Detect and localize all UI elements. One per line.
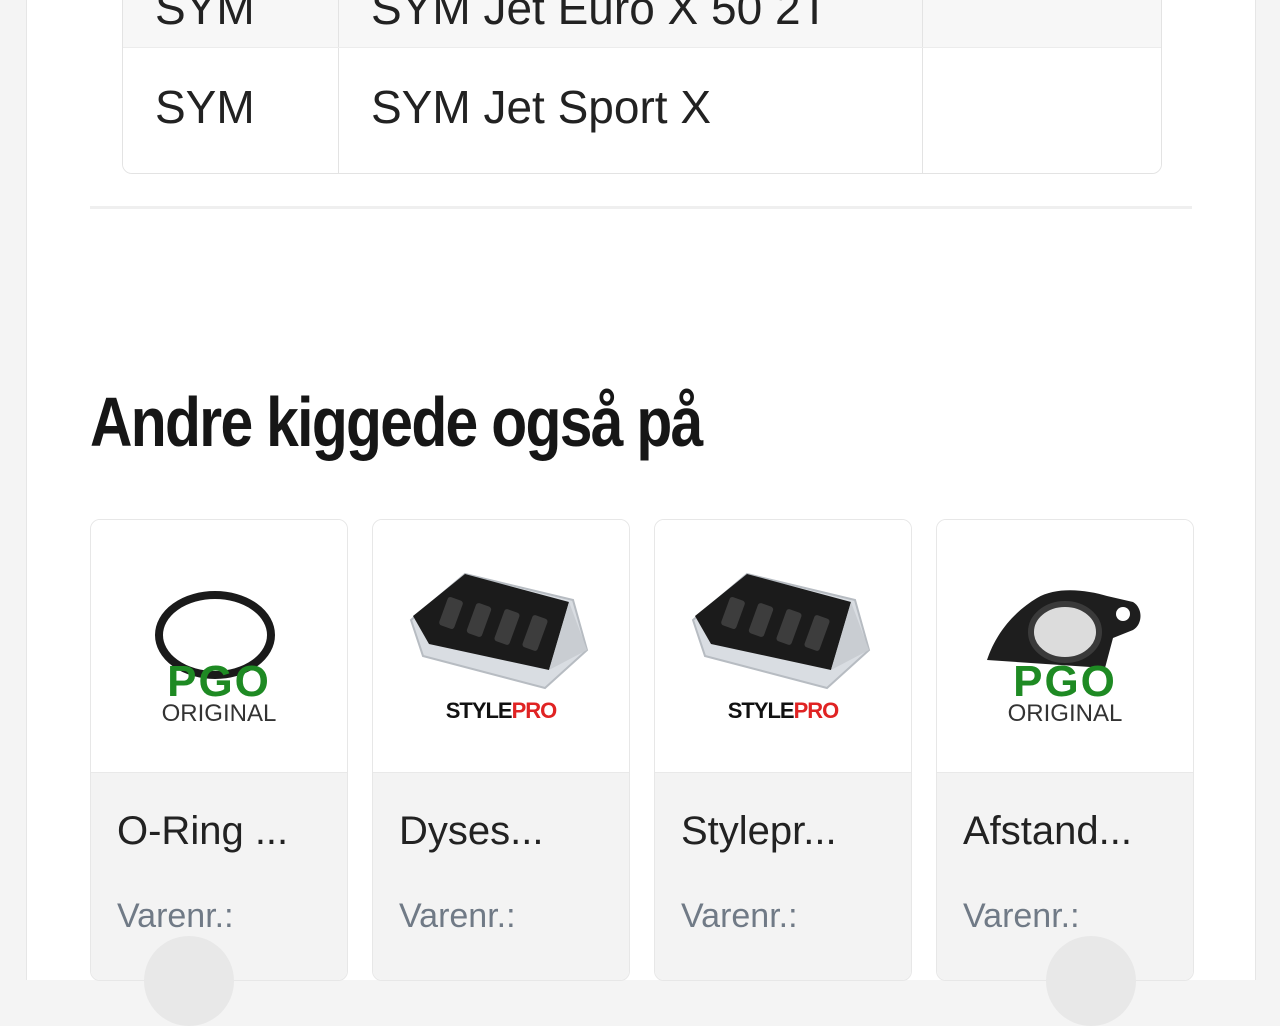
table-cell-model: SYM Jet Sport X bbox=[339, 48, 923, 173]
product-card-2[interactable]: STYLEPRO Dyses... Varenr.: bbox=[372, 519, 630, 981]
stylepro-logo: STYLEPRO bbox=[445, 698, 558, 723]
table-cell-brand: SYM bbox=[123, 48, 339, 173]
table-cell-model: SYM Jet Euro X 50 2T bbox=[339, 0, 923, 47]
table-row: SYM SYM Jet Euro X 50 2T bbox=[123, 0, 1161, 48]
product-name[interactable]: O-Ring ... bbox=[117, 809, 331, 854]
section-title: Andre kiggede også på bbox=[90, 383, 703, 461]
product-image[interactable]: STYLEPRO bbox=[655, 520, 911, 772]
product-info: Stylepr... Varenr.: bbox=[655, 772, 911, 980]
product-card-4[interactable]: PGO ORIGINAL Afstand... Varenr.: bbox=[936, 519, 1194, 981]
brand-text: SYM bbox=[155, 81, 255, 133]
product-sku-label: Varenr.: bbox=[963, 897, 1080, 935]
product-card-3[interactable]: STYLEPRO Stylepr... Varenr.: bbox=[654, 519, 912, 981]
o-ring-image bbox=[155, 591, 275, 679]
pgo-original-logo: PGO ORIGINAL bbox=[161, 657, 277, 727]
reed-valve-image bbox=[691, 572, 871, 690]
product-image[interactable]: PGO ORIGINAL bbox=[91, 520, 347, 772]
pgo-original-logo: PGO ORIGINAL bbox=[1007, 657, 1123, 727]
spacer-flange-image bbox=[987, 590, 1141, 668]
model-text: SYM Jet Euro X 50 2T bbox=[371, 0, 829, 34]
carousel-prev-button[interactable] bbox=[144, 936, 234, 1026]
section-divider bbox=[90, 206, 1192, 209]
product-name[interactable]: Stylepr... bbox=[681, 809, 895, 854]
product-sku-label: Varenr.: bbox=[117, 897, 234, 935]
compatibility-table: SYM SYM Jet Euro X 50 2T SYM SYM Jet Spo… bbox=[122, 0, 1162, 174]
table-cell-extra bbox=[923, 0, 1161, 47]
stylepro-logo: STYLEPRO bbox=[727, 698, 840, 723]
product-image[interactable]: PGO ORIGINAL bbox=[937, 520, 1193, 772]
product-sku-label: Varenr.: bbox=[399, 897, 516, 935]
product-name[interactable]: Afstand... bbox=[963, 809, 1177, 854]
product-info: Dyses... Varenr.: bbox=[373, 772, 629, 980]
reed-valve-image bbox=[409, 572, 589, 690]
carousel-next-button[interactable] bbox=[1046, 936, 1136, 1026]
table-cell-extra bbox=[923, 48, 1161, 173]
brand-text: SYM bbox=[155, 0, 255, 34]
model-text: SYM Jet Sport X bbox=[371, 81, 712, 133]
table-row: SYM SYM Jet Sport X bbox=[123, 48, 1161, 173]
product-card-1[interactable]: PGO ORIGINAL O-Ring ... Varenr.: bbox=[90, 519, 348, 981]
product-name[interactable]: Dyses... bbox=[399, 809, 613, 854]
table-cell-brand: SYM bbox=[123, 0, 339, 47]
product-image[interactable]: STYLEPRO bbox=[373, 520, 629, 772]
product-sku-label: Varenr.: bbox=[681, 897, 798, 935]
